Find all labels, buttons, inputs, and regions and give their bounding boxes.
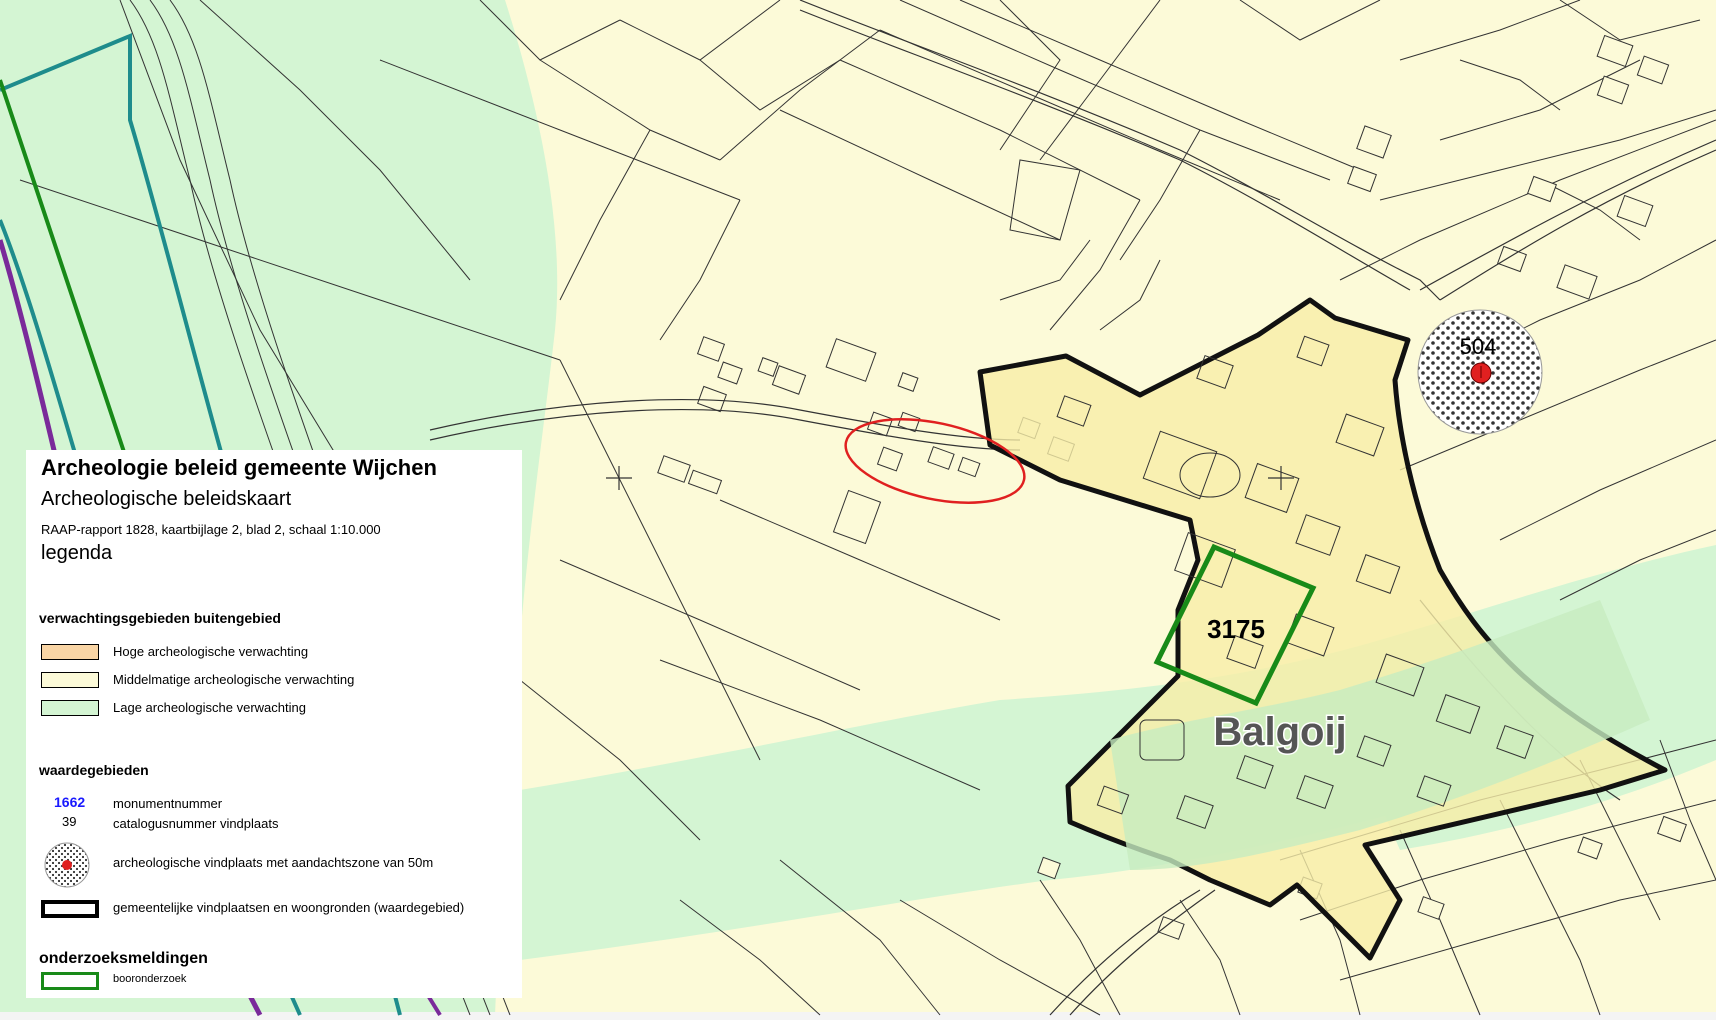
swatch-research — [41, 972, 99, 990]
map-label-504: 504 — [1460, 334, 1497, 359]
label-site-zone: archeologische vindplaats met aandachtsz… — [113, 855, 433, 870]
legend-panel: Archeologie beleid gemeente Wijchen Arch… — [26, 450, 522, 998]
site-zone-symbol — [42, 840, 92, 890]
catalogue-number: 39 — [62, 814, 76, 829]
legend-subtitle: Archeologische beleidskaart — [41, 488, 291, 511]
swatch-medium — [41, 672, 99, 688]
section-research: onderzoeksmeldingen — [39, 950, 208, 968]
monument-number: 1662 — [54, 794, 85, 810]
swatch-low — [41, 700, 99, 716]
label-medium: Middelmatige archeologische verwachting — [113, 672, 354, 687]
label-municipal: gemeentelijke vindplaatsen en woongronde… — [113, 900, 464, 915]
section-expectation: verwachtingsgebieden buitengebied — [39, 610, 281, 626]
map-label-village: Balgoij — [1213, 710, 1346, 754]
swatch-high — [41, 644, 99, 660]
label-high: Hoge archeologische verwachting — [113, 644, 308, 659]
swatch-municipal — [41, 900, 99, 918]
legend-title: Archeologie beleid gemeente Wijchen — [41, 455, 437, 481]
legend-report: RAAP-rapport 1828, kaartbijlage 2, blad … — [41, 522, 381, 537]
label-research: booronderzoek — [113, 973, 186, 985]
legend-heading: legenda — [41, 542, 112, 565]
label-catalogue: catalogusnummer vindplaats — [113, 816, 278, 831]
map-label-3175: 3175 — [1207, 614, 1265, 644]
label-monument: monumentnummer — [113, 796, 222, 811]
label-low: Lage archeologische verwachting — [113, 700, 306, 715]
section-value-areas: waardegebieden — [39, 762, 149, 778]
